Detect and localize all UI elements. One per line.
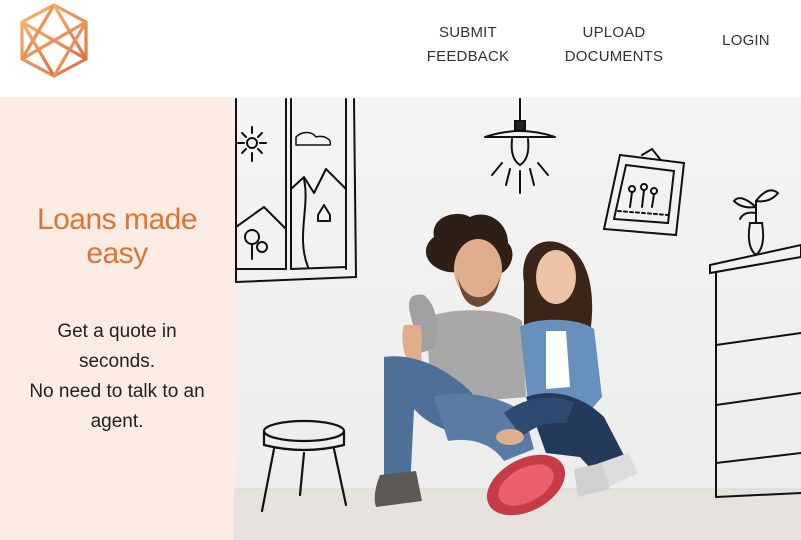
hero-image [234, 97, 801, 540]
hero-subcopy-line-2: seconds. [78, 351, 156, 372]
couple-sitting-floor-with-sketched-furniture-photo [234, 97, 801, 540]
nav-upload-documents-link[interactable]: UPLOAD DOCUMENTS [556, 0, 672, 93]
site-header: SUBMIT FEEDBACK UPLOAD DOCUMENTS LOGIN [0, 0, 801, 97]
geometric-cube-logo-icon[interactable] [20, 3, 88, 78]
nav-submit-feedback-line-2: FEEDBACK [426, 47, 510, 65]
holding-hands [496, 429, 524, 445]
nav-submit-feedback-line-1: SUBMIT [439, 23, 497, 41]
nav-submit-feedback-link[interactable]: SUBMIT FEEDBACK [418, 0, 518, 93]
hero-text-panel: Loans made easy Get a quote in seconds. … [0, 97, 234, 540]
nav-upload-documents-line-2: DOCUMENTS [564, 47, 664, 65]
hero-subcopy: Get a quote in seconds. No need to talk … [14, 317, 220, 437]
hero-subcopy-line-1: Get a quote in [57, 321, 177, 342]
hero-subcopy-line-4: agent. [90, 411, 144, 432]
nav-login-label: LOGIN [722, 31, 770, 49]
nav-login-link[interactable]: LOGIN [712, 0, 780, 89]
hero-headline-line-2: easy [86, 237, 148, 270]
landing-page: SUBMIT FEEDBACK UPLOAD DOCUMENTS LOGIN L… [0, 0, 801, 540]
hero-subcopy-line-3: No need to talk to an [29, 381, 205, 402]
nav-upload-documents-line-1: UPLOAD [582, 23, 646, 41]
hero-headline-line-1: Loans made [36, 203, 198, 236]
hero-headline: Loans made easy [0, 203, 234, 271]
